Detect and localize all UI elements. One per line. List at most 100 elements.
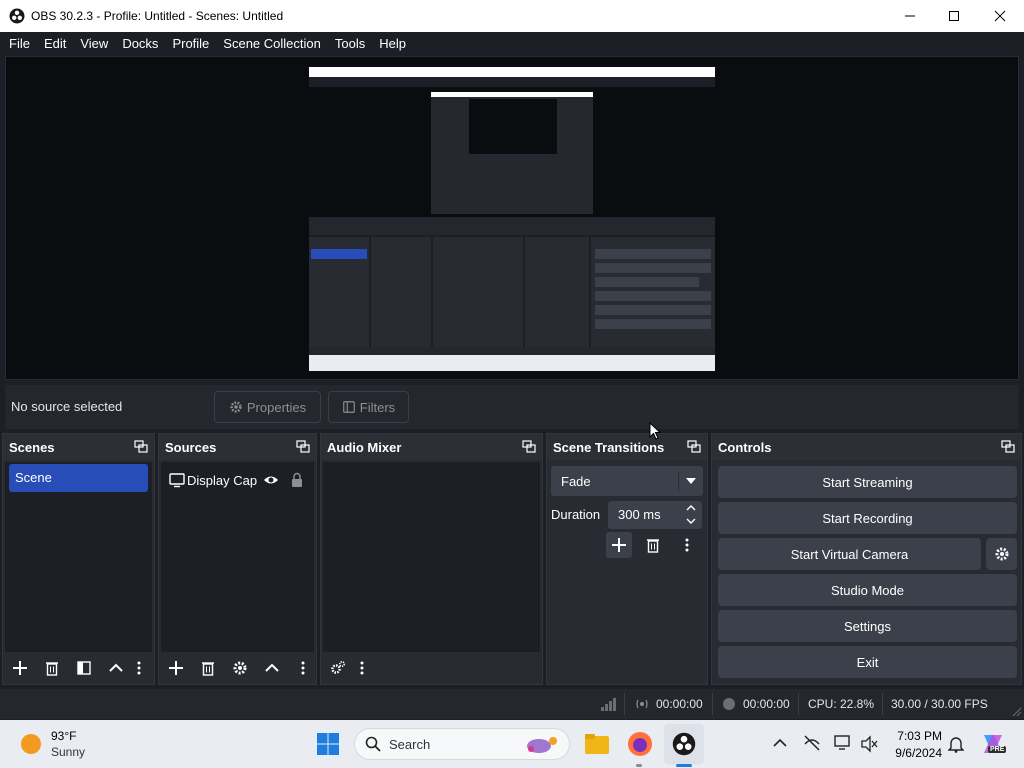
mouse-cursor-icon xyxy=(649,422,661,440)
transition-value: Fade xyxy=(561,473,591,489)
start-streaming-button[interactable]: Start Streaming xyxy=(718,466,1017,498)
display-icon[interactable] xyxy=(834,734,852,752)
stream-time: 00:00:00 xyxy=(656,697,703,711)
audio-mixer-title: Audio Mixer xyxy=(327,439,402,455)
maximize-button[interactable] xyxy=(931,0,977,32)
more-vertical-icon xyxy=(360,661,364,675)
resize-grip-icon[interactable] xyxy=(1010,705,1022,717)
source-item[interactable]: Display Cap xyxy=(169,470,308,490)
volume-mute-icon[interactable] xyxy=(860,735,878,753)
dock-float-icon[interactable] xyxy=(687,440,701,454)
trash-icon xyxy=(202,662,214,676)
preview-screen-image xyxy=(309,67,715,371)
virtual-camera-settings-button[interactable] xyxy=(986,538,1017,570)
properties-button[interactable]: Properties xyxy=(214,391,321,423)
minimize-button[interactable] xyxy=(887,0,933,32)
scene-more-button[interactable] xyxy=(135,655,143,681)
studio-mode-button[interactable]: Studio Mode xyxy=(718,574,1017,606)
taskbar-search[interactable]: Search xyxy=(354,728,570,760)
chevron-down-icon xyxy=(686,478,696,484)
menu-view[interactable]: View xyxy=(73,32,115,56)
scene-filters-button[interactable] xyxy=(71,655,97,681)
scene-transitions-dock: Scene Transitions Fade Duration 300 ms xyxy=(546,433,708,685)
search-placeholder: Search xyxy=(389,736,431,752)
menu-help[interactable]: Help xyxy=(372,32,413,56)
dock-float-icon[interactable] xyxy=(522,440,536,454)
audio-mixer-area xyxy=(323,462,540,652)
network-off-icon[interactable] xyxy=(803,734,821,752)
windows-start-icon[interactable] xyxy=(316,732,340,756)
menu-docks[interactable]: Docks xyxy=(115,32,165,56)
sources-dock: Sources Display Cap xyxy=(158,433,317,685)
duration-spinbox[interactable]: 300 ms xyxy=(608,501,702,529)
move-source-up-button[interactable] xyxy=(259,655,285,681)
source-name: Display Cap xyxy=(187,472,258,488)
filter-icon xyxy=(77,661,91,675)
scene-item[interactable]: Scene xyxy=(9,464,148,492)
lock-icon[interactable] xyxy=(289,472,305,488)
menu-edit[interactable]: Edit xyxy=(37,32,73,56)
move-scene-up-button[interactable] xyxy=(103,655,129,681)
close-button[interactable] xyxy=(977,0,1023,32)
add-scene-button[interactable] xyxy=(7,655,33,681)
scenes-list: Scene xyxy=(5,462,152,652)
trash-icon xyxy=(647,539,659,553)
copilot-badge: PRE xyxy=(988,746,1007,753)
clock-time[interactable]: 7:03 PM xyxy=(894,729,942,743)
spin-down-icon[interactable] xyxy=(686,517,696,525)
copilot-icon xyxy=(984,735,1002,753)
filters-button[interactable]: Filters xyxy=(328,391,409,423)
menu-scene-collection[interactable]: Scene Collection xyxy=(216,32,328,56)
menu-profile[interactable]: Profile xyxy=(165,32,216,56)
remove-source-button[interactable] xyxy=(195,655,221,681)
obs-logo-icon xyxy=(672,732,696,756)
add-source-button[interactable] xyxy=(163,655,189,681)
menu-bar: File Edit View Docks Profile Scene Colle… xyxy=(0,32,1024,56)
spin-up-icon[interactable] xyxy=(686,504,696,512)
menu-tools[interactable]: Tools xyxy=(328,32,372,56)
remove-transition-button[interactable] xyxy=(640,532,666,558)
audio-settings-button[interactable] xyxy=(325,655,351,681)
status-bar: 00:00:00 00:00:00 CPU: 22.8% 30.00 / 30.… xyxy=(0,689,1024,719)
exit-button[interactable]: Exit xyxy=(718,646,1017,678)
file-explorer-icon[interactable] xyxy=(584,732,610,756)
remove-scene-button[interactable] xyxy=(39,655,65,681)
menu-file[interactable]: File xyxy=(2,32,37,56)
clock-date[interactable]: 9/6/2024 xyxy=(888,746,942,760)
dock-float-icon[interactable] xyxy=(296,440,310,454)
filters-label: Filters xyxy=(359,399,396,415)
start-virtual-camera-button[interactable]: Start Virtual Camera xyxy=(718,538,981,570)
transition-more-button[interactable] xyxy=(674,532,700,558)
gear-icon xyxy=(995,547,1008,561)
chevron-up-icon xyxy=(109,663,123,672)
copilot-button[interactable]: PRE xyxy=(980,731,1007,757)
monitor-icon xyxy=(169,473,185,488)
audio-more-button[interactable] xyxy=(357,655,367,681)
transition-select[interactable]: Fade xyxy=(551,466,703,496)
add-transition-button[interactable] xyxy=(606,532,632,558)
obs-taskbar-button[interactable] xyxy=(664,724,704,764)
maximize-icon xyxy=(949,11,959,21)
source-toolbar: No source selected Properties Filters xyxy=(5,385,1019,429)
more-vertical-icon xyxy=(301,661,305,675)
start-recording-button[interactable]: Start Recording xyxy=(718,502,1017,534)
preview-display-capture xyxy=(309,67,715,371)
scene-transitions-title: Scene Transitions xyxy=(553,439,665,455)
weather-temp: 93°F xyxy=(51,729,77,743)
dock-float-icon[interactable] xyxy=(1001,440,1015,454)
dock-float-icon[interactable] xyxy=(134,440,148,454)
eye-icon[interactable] xyxy=(263,472,279,488)
notification-bell-icon[interactable] xyxy=(948,735,964,753)
stream-status-icon xyxy=(636,699,648,709)
sun-icon xyxy=(21,734,41,754)
settings-button[interactable]: Settings xyxy=(718,610,1017,642)
signal-bars-icon xyxy=(601,698,616,711)
source-more-button[interactable] xyxy=(299,655,307,681)
firefox-icon[interactable] xyxy=(627,731,653,757)
source-properties-button[interactable] xyxy=(227,655,253,681)
duration-label: Duration xyxy=(551,507,601,522)
chevron-up-icon xyxy=(265,663,279,672)
chevron-up-icon[interactable] xyxy=(773,738,787,748)
weather-widget[interactable]: 93°F Sunny xyxy=(18,728,118,760)
search-highlight-icon xyxy=(527,737,557,753)
